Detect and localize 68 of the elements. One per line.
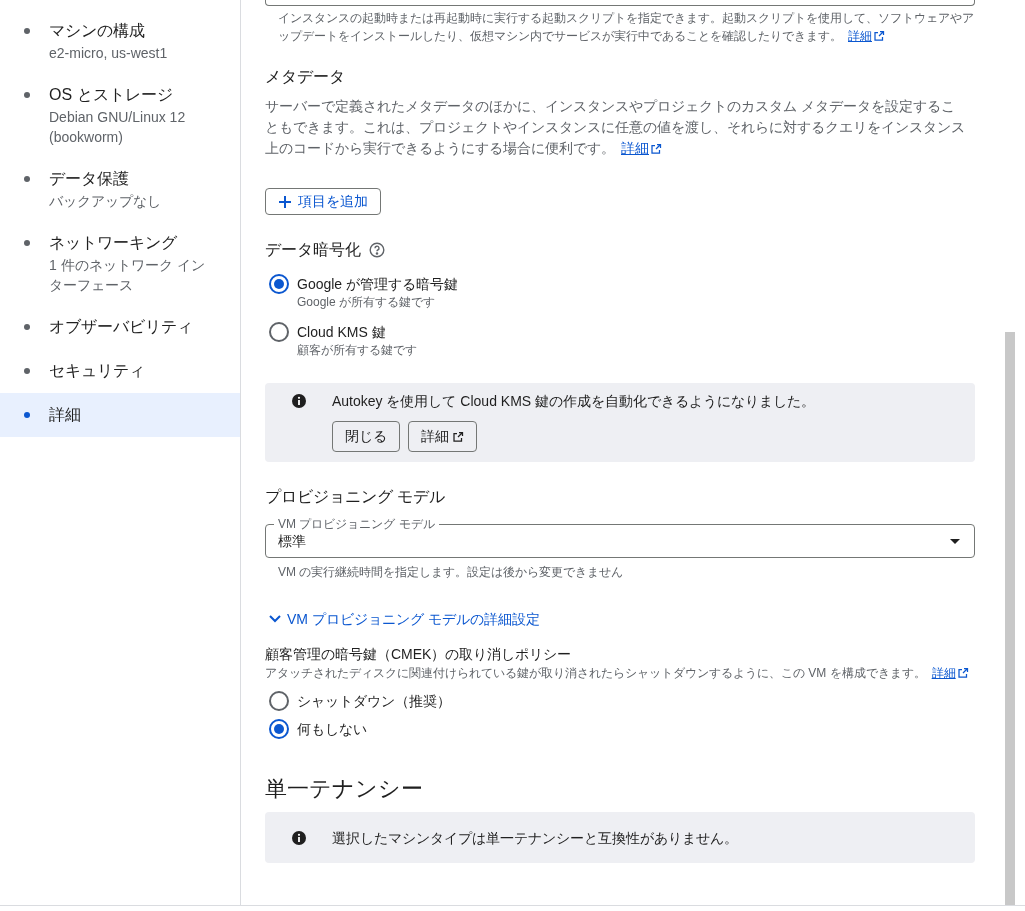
select-label: VM プロビジョニング モデル (277, 517, 436, 531)
bullet-icon (24, 368, 30, 374)
bullet-icon (24, 28, 30, 34)
bullet-icon (24, 412, 30, 418)
details-link[interactable]: 詳細 (931, 664, 969, 682)
external-link-icon (452, 430, 464, 443)
details-link[interactable]: 詳細 (848, 27, 885, 45)
external-link-icon (956, 667, 969, 679)
external-link-icon (650, 142, 662, 155)
subsection-heading: 顧客管理の暗号鍵（CMEK）の取り消しポリシー (265, 645, 572, 664)
help-icon[interactable] (369, 242, 385, 258)
info-icon (291, 829, 307, 846)
radio-button[interactable] (269, 719, 289, 739)
radio-label: 何もしない (297, 720, 367, 739)
radio-hint: Google が所有する鍵です (297, 294, 437, 310)
bullet-icon (24, 324, 30, 330)
sidebar-item-title: マシンの構成 (49, 21, 146, 41)
details-link[interactable]: 詳細 (621, 138, 662, 159)
sidebar-item-title: オブザーバビリティ (49, 317, 194, 337)
sidebar-item[interactable]: オブザーバビリティ (0, 305, 240, 349)
dropdown-arrow-icon (950, 538, 960, 544)
bullet-icon (24, 176, 30, 182)
sidebar-item[interactable]: ネットワーキング 1 件のネットワーク インターフェース (0, 221, 240, 305)
provisioning-model-select[interactable]: VM プロビジョニング モデル 標準 (265, 517, 975, 558)
section-heading: 単一テナンシー (265, 775, 423, 803)
radio-label: シャットダウン（推奨） (297, 692, 451, 711)
sidebar-item-subtitle: e2-micro, us-west1 (49, 44, 169, 63)
sidebar-item-subtitle: Debian GNU/Linux 12 (bookworm) (49, 108, 187, 147)
section-heading: メタデータ (265, 67, 345, 87)
external-link-icon (873, 30, 885, 42)
sidebar-item-title: 詳細 (49, 405, 82, 425)
advanced-settings-toggle[interactable]: VM プロビジョニング モデルの詳細設定 (265, 609, 540, 629)
chevron-down-icon (269, 615, 281, 623)
banner-text: Autokey を使用して Cloud KMS 鍵の作成を自動化できるようになりました。 (332, 392, 816, 411)
plus-icon (278, 194, 292, 209)
radio-button[interactable] (269, 274, 289, 294)
sidebar-item-subtitle: 1 件のネットワーク インターフェース (49, 256, 206, 295)
sidebar-item-title: ネットワーキング (49, 233, 178, 253)
sidebar-item[interactable]: マシンの構成 e2-micro, us-west1 (0, 9, 240, 73)
radio-hint: 顧客が所有する鍵です (297, 342, 417, 358)
section-heading: プロビジョニング モデル (265, 487, 446, 507)
info-icon (291, 393, 307, 409)
bullet-icon (24, 92, 30, 98)
description-text: アタッチされたディスクに関連付けられている鍵が取り消されたらシャットダウンするように、この VM を構成できます。 詳細 (265, 664, 969, 682)
radio-label: Cloud KMS 鍵 (297, 323, 387, 342)
sidebar-item-title: セキュリティ (49, 361, 146, 381)
radio-button[interactable] (269, 322, 289, 342)
radio-button[interactable] (269, 691, 289, 711)
add-item-button[interactable]: 項目を追加 (265, 188, 381, 215)
scrollbar-thumb[interactable] (1005, 332, 1015, 905)
banner-text: 選択したマシンタイプは単一テナンシーと互換性がありません。 (332, 828, 738, 848)
sidebar-item-subtitle: バックアップなし (49, 192, 162, 211)
helper-text: VM の実行継続時間を指定します。設定は後から変更できません (277, 564, 624, 581)
close-button[interactable]: 閉じる (332, 421, 400, 452)
sidebar-item[interactable]: OS とストレージ Debian GNU/Linux 12 (bookworm) (0, 73, 240, 157)
bullet-icon (24, 240, 30, 246)
sidebar-item[interactable]: 詳細 (0, 393, 240, 437)
helper-text: インスタンスの起動時または再起動時に実行する起動スクリプトを指定できます。起動スクリプトを使用して、ソフトウェアやアップデートをインストールしたり、仮想マシン内でサービスが実行中であることを確認したりできます。 詳細 (277, 10, 975, 45)
input-field[interactable] (265, 0, 975, 6)
sidebar-item-title: OS とストレージ (49, 85, 174, 105)
description-text: サーバーで定義されたメタデータのほかに、インスタンスやプロジェクトのカスタム メタデータを設定することもできます。これは、プロジェクトやインスタンスに任意の値を渡し、それらに対するクエリをインスタンス上のコードから実行できるようにする場合に便利です。 詳細 (265, 96, 965, 159)
radio-label: Google が管理する暗号鍵 (297, 275, 459, 294)
sidebar-item[interactable]: セキュリティ (0, 349, 240, 393)
section-heading: データ暗号化 (265, 240, 361, 260)
details-button[interactable]: 詳細 (408, 421, 477, 452)
sidebar-item-title: データ保護 (49, 169, 130, 189)
select-value: 標準 (278, 532, 306, 551)
sidebar-item[interactable]: データ保護 バックアップなし (0, 157, 240, 221)
